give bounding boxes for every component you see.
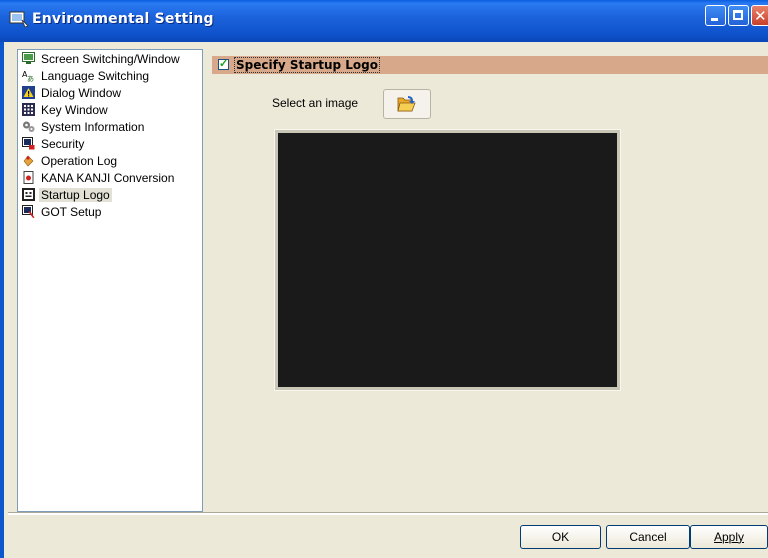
operation-log-icon — [23, 155, 34, 167]
tree-item-dialog-window[interactable]: Dialog Window — [22, 85, 123, 102]
tree-item-language-switching[interactable]: A あ Language Switching — [22, 68, 151, 85]
open-folder-icon — [397, 96, 416, 112]
gears-icon — [23, 121, 35, 132]
tree-item-security[interactable]: Security — [22, 136, 86, 153]
startup-logo-header: ✓ Specify Startup Logo — [212, 56, 768, 74]
ok-button[interactable]: OK — [520, 525, 601, 549]
minimize-icon — [711, 18, 718, 21]
warning-dialog-icon — [22, 86, 35, 99]
tree-item-startup-logo[interactable]: Startup Logo — [22, 187, 112, 204]
cancel-button[interactable]: Cancel — [606, 525, 690, 549]
app-window-icon — [9, 11, 29, 28]
maximize-icon — [733, 10, 743, 20]
browse-image-button[interactable] — [383, 89, 431, 119]
keypad-icon — [22, 103, 35, 116]
checkmark-icon: ✓ — [219, 58, 229, 70]
screen-switch-icon — [22, 52, 35, 64]
tree-item-screen-switching[interactable]: Screen Switching/Window — [22, 51, 182, 68]
logo-preview-image — [278, 133, 617, 387]
tree-item-system-information[interactable]: System Information — [22, 119, 146, 136]
specify-startup-logo-checkbox[interactable]: ✓ — [218, 58, 229, 70]
maximize-button[interactable] — [728, 5, 749, 26]
got-setup-icon — [22, 205, 35, 218]
logo-preview-area — [274, 129, 621, 391]
tree-item-operation-log[interactable]: Operation Log — [22, 153, 119, 170]
kana-kanji-icon — [23, 171, 34, 184]
tree-item-got-setup[interactable]: GOT Setup — [22, 204, 103, 221]
settings-tree[interactable]: Screen Switching/Window A あ Language Switc… — [17, 49, 203, 512]
window-title: Environmental Setting — [32, 11, 214, 27]
security-icon — [22, 137, 35, 150]
language-icon: Aあ — [22, 70, 34, 82]
close-button[interactable]: ✕ — [751, 5, 768, 26]
svg-text:あ: あ — [27, 75, 34, 82]
tree-item-kana-kanji-conversion[interactable]: KANA KANJI Conversion — [22, 170, 176, 187]
select-image-label: Select an image — [272, 96, 359, 110]
specify-startup-logo-label[interactable]: Specify Startup Logo — [234, 57, 380, 73]
apply-button[interactable]: Apply — [690, 525, 768, 549]
tree-item-key-window[interactable]: Key Window — [22, 102, 110, 119]
minimize-button[interactable] — [705, 5, 726, 26]
close-icon: ✕ — [754, 7, 767, 25]
title-bar: Environmental Setting ✕ — [0, 0, 768, 42]
window-left-border — [0, 42, 4, 558]
startup-logo-icon — [22, 188, 35, 201]
footer-divider — [8, 512, 768, 515]
